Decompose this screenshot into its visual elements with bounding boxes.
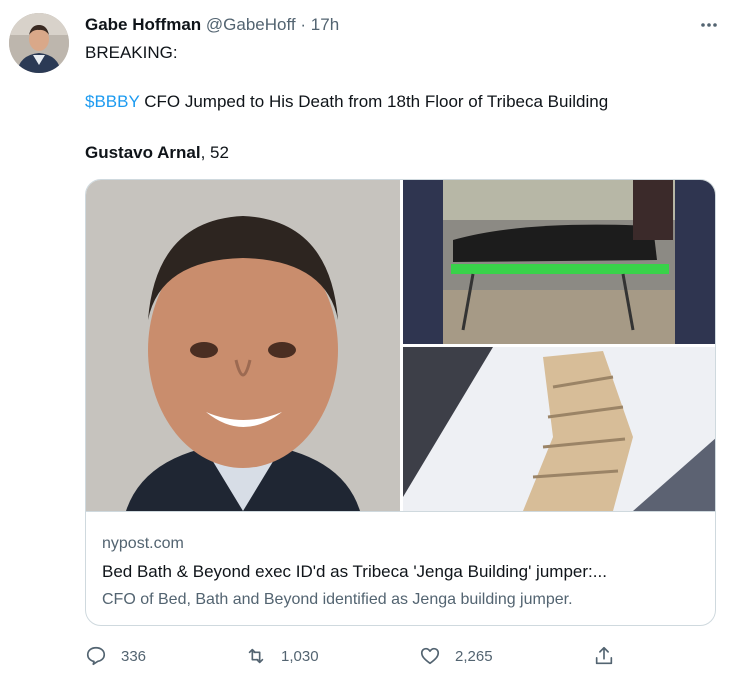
like-count: 2,265	[455, 647, 493, 665]
tweet-header: Gabe Hoffman @GabeHoff · 17h	[85, 13, 339, 37]
author-name[interactable]: Gabe Hoffman	[85, 15, 201, 34]
tweet-time[interactable]: 17h	[311, 15, 339, 34]
retweet-count: 1,030	[281, 647, 319, 665]
reply-icon	[86, 646, 106, 666]
tweet[interactable]: Gabe Hoffman @GabeHoff · 17h BREAKING: $…	[0, 0, 738, 693]
tweet-text-line-2: $BBBY CFO Jumped to His Death from 18th …	[85, 91, 608, 113]
tweet-text-rest: CFO Jumped to His Death from 18th Floor …	[139, 92, 609, 111]
share-icon	[595, 646, 613, 665]
retweet-button[interactable]: 1,030	[245, 643, 319, 669]
card-domain: nypost.com	[102, 535, 184, 552]
avatar[interactable]	[9, 13, 69, 73]
tweet-actions: 336 1,030 2,265	[85, 643, 625, 669]
stretcher-photo	[403, 180, 715, 344]
link-card[interactable]: nypost.com Bed Bath & Beyond exec ID'd a…	[85, 179, 716, 626]
building-photo	[403, 347, 715, 511]
reply-count: 336	[121, 647, 147, 665]
card-media[interactable]	[86, 180, 715, 512]
author-handle[interactable]: @GabeHoff	[206, 15, 296, 34]
heart-icon	[420, 647, 440, 665]
tweet-text-line-1: BREAKING:	[85, 43, 178, 62]
portrait-photo	[86, 180, 400, 511]
tweet-text-line-3: Gustavo Arnal, 52	[85, 142, 229, 164]
share-button[interactable]	[593, 643, 615, 669]
more-horizontal-icon	[701, 23, 717, 27]
more-options-button[interactable]	[696, 12, 722, 38]
person-name: Gustavo Arnal	[85, 143, 201, 162]
reply-button[interactable]: 336	[85, 643, 146, 669]
meta-separator: ·	[300, 15, 307, 34]
like-button[interactable]: 2,265	[419, 643, 493, 669]
card-title: Bed Bath & Beyond exec ID'd as Tribeca '…	[102, 562, 607, 581]
cashtag-link[interactable]: $BBBY	[85, 92, 140, 111]
retweet-icon	[248, 648, 264, 664]
person-age: , 52	[200, 143, 229, 162]
card-description: CFO of Bed, Bath and Beyond identified a…	[102, 591, 573, 608]
